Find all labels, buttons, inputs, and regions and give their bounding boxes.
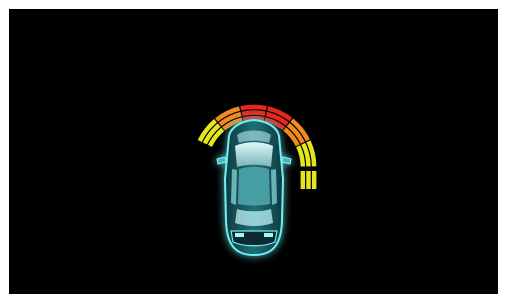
car-top-view-icon <box>216 118 292 257</box>
parking-assist-screen <box>9 9 498 294</box>
sensor-segment-front-center <box>240 104 267 122</box>
display-frame <box>0 0 507 303</box>
sensor-bar <box>240 104 267 111</box>
sensor-bar <box>306 171 311 189</box>
sensor-bar <box>241 110 266 117</box>
sensor-bar <box>311 171 317 189</box>
sensor-segment-side-extension <box>300 171 317 189</box>
parking-assist-graphic <box>197 104 317 257</box>
sensor-bar <box>300 171 306 189</box>
